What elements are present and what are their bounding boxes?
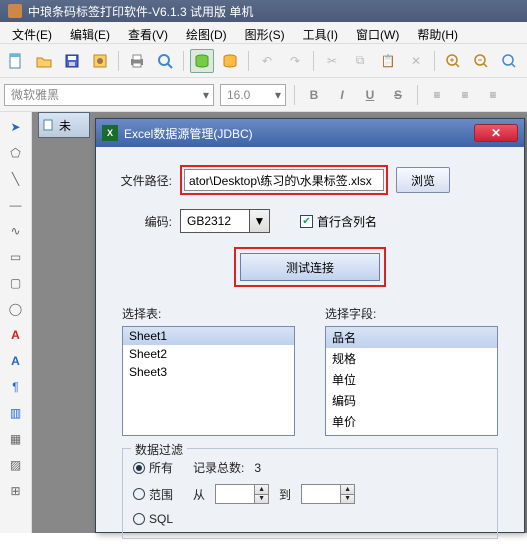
curve-tool-icon[interactable]: ∿ xyxy=(5,220,27,242)
table-listbox[interactable]: Sheet1 Sheet2 Sheet3 xyxy=(122,326,295,436)
font-toolbar: 微软雅黑 16.0 B I U S ≡ ≡ ≡ xyxy=(0,78,527,112)
excel-icon: X xyxy=(102,125,118,141)
select-field-label: 选择字段: xyxy=(325,305,498,322)
path-highlight xyxy=(180,165,388,195)
strike-button[interactable]: S xyxy=(387,84,409,106)
richtext-tool-icon[interactable]: ¶ xyxy=(5,376,27,398)
path-label: 文件路径: xyxy=(112,172,172,189)
qr-tool-icon[interactable]: ▦ xyxy=(5,428,27,450)
shape-tool-icon[interactable]: ⬠ xyxy=(5,142,27,164)
encoding-combo[interactable]: GB2312▼ xyxy=(180,209,270,233)
list-item[interactable]: Sheet1 xyxy=(123,327,294,345)
browse-button[interactable]: 浏览 xyxy=(396,167,450,193)
document-tab[interactable]: 未 xyxy=(38,112,90,138)
paste-icon[interactable]: 📋 xyxy=(376,49,400,73)
text2-tool-icon[interactable]: A xyxy=(5,350,27,372)
text-tool-icon[interactable]: A xyxy=(5,324,27,346)
pointer-tool-icon[interactable]: ➤ xyxy=(5,116,27,138)
menu-draw[interactable]: 绘图(D) xyxy=(178,24,235,41)
preview-icon[interactable] xyxy=(153,49,177,73)
menu-edit[interactable]: 编辑(E) xyxy=(62,24,118,41)
radio-range[interactable]: 范围 xyxy=(133,486,173,503)
list-item[interactable]: Sheet2 xyxy=(123,345,294,363)
count-label: 记录总数: xyxy=(193,459,244,476)
radio-sql[interactable]: SQL xyxy=(133,512,173,526)
app-titlebar: 中琅条码标签打印软件-V6.1.3 试用版 单机 xyxy=(0,0,527,22)
align-right-icon[interactable]: ≡ xyxy=(482,84,504,106)
roundrect-tool-icon[interactable]: ▢ xyxy=(5,272,27,294)
dialog-title: Excel数据源管理(JDBC) xyxy=(124,125,253,142)
settings-icon[interactable] xyxy=(88,49,112,73)
copy-icon[interactable]: ⧉ xyxy=(348,49,372,73)
menu-shape[interactable]: 图形(S) xyxy=(237,24,293,41)
save-icon[interactable] xyxy=(60,49,84,73)
line-tool-icon[interactable]: ╲ xyxy=(5,168,27,190)
hline-tool-icon[interactable]: — xyxy=(5,194,27,216)
count-value: 3 xyxy=(254,461,261,475)
app-icon xyxy=(8,4,22,18)
cut-icon[interactable]: ✂ xyxy=(320,49,344,73)
menu-help[interactable]: 帮助(H) xyxy=(409,24,466,41)
menubar: 文件(E) 编辑(E) 查看(V) 绘图(D) 图形(S) 工具(I) 窗口(W… xyxy=(0,22,527,44)
to-spinner[interactable]: ▲▼ xyxy=(301,484,355,504)
from-spinner[interactable]: ▲▼ xyxy=(215,484,269,504)
encoding-label: 编码: xyxy=(112,213,172,230)
ellipse-tool-icon[interactable]: ◯ xyxy=(5,298,27,320)
list-item[interactable]: 规格 xyxy=(326,348,497,369)
zoom-fit-icon[interactable] xyxy=(497,49,521,73)
list-item[interactable]: 单价 xyxy=(326,411,497,432)
chevron-down-icon: ▼ xyxy=(249,210,269,232)
database2-icon[interactable] xyxy=(218,49,242,73)
open-file-icon[interactable] xyxy=(32,49,56,73)
list-item[interactable]: 编码 xyxy=(326,390,497,411)
new-file-icon[interactable] xyxy=(4,49,28,73)
menu-view[interactable]: 查看(V) xyxy=(120,24,176,41)
barcode-tool-icon[interactable]: ▥ xyxy=(5,402,27,424)
doc-icon xyxy=(43,119,55,131)
bold-button[interactable]: B xyxy=(303,84,325,106)
zoom-in-icon[interactable] xyxy=(441,49,465,73)
test-highlight: 测试连接 xyxy=(234,247,386,287)
font-combo[interactable]: 微软雅黑 xyxy=(4,84,214,106)
test-connection-button[interactable]: 测试连接 xyxy=(240,253,380,281)
radio-all[interactable]: 所有 xyxy=(133,459,173,476)
align-center-icon[interactable]: ≡ xyxy=(454,84,476,106)
to-label: 到 xyxy=(279,486,291,503)
database-icon[interactable] xyxy=(190,49,214,73)
select-table-label: 选择表: xyxy=(122,305,295,322)
align-left-icon[interactable]: ≡ xyxy=(426,84,448,106)
print-icon[interactable] xyxy=(125,49,149,73)
close-button[interactable]: ✕ xyxy=(474,124,518,142)
grid-tool-icon[interactable]: ⊞ xyxy=(5,480,27,502)
list-item[interactable]: 单位 xyxy=(326,369,497,390)
list-item[interactable]: 品名 xyxy=(326,327,497,348)
dialog-titlebar[interactable]: X Excel数据源管理(JDBC) ✕ xyxy=(96,119,524,147)
undo-icon[interactable]: ↶ xyxy=(255,49,279,73)
list-item[interactable]: Sheet3 xyxy=(123,363,294,381)
filter-label: 数据过滤 xyxy=(131,441,187,458)
field-listbox[interactable]: 品名 规格 单位 编码 单价 xyxy=(325,326,498,436)
menu-window[interactable]: 窗口(W) xyxy=(348,24,407,41)
rect-tool-icon[interactable]: ▭ xyxy=(5,246,27,268)
datasource-dialog: X Excel数据源管理(JDBC) ✕ 文件路径: 浏览 编码: GB2312… xyxy=(95,118,525,533)
delete-icon[interactable]: ✕ xyxy=(404,49,428,73)
from-label: 从 xyxy=(193,486,205,503)
italic-button[interactable]: I xyxy=(331,84,353,106)
path-input[interactable] xyxy=(184,169,384,191)
side-toolbar: ➤ ⬠ ╲ — ∿ ▭ ▢ ◯ A A ¶ ▥ ▦ ▨ ⊞ xyxy=(0,112,32,533)
image-tool-icon[interactable]: ▨ xyxy=(5,454,27,476)
size-combo[interactable]: 16.0 xyxy=(220,84,286,106)
underline-button[interactable]: U xyxy=(359,84,381,106)
app-title: 中琅条码标签打印软件-V6.1.3 试用版 单机 xyxy=(28,3,253,20)
zoom-out-icon[interactable] xyxy=(469,49,493,73)
filter-group: 数据过滤 所有 记录总数: 3 范围 从 ▲▼ 到 ▲▼ SQL xyxy=(122,448,498,539)
main-toolbar: ↶ ↷ ✂ ⧉ 📋 ✕ xyxy=(0,44,527,78)
checkmark-icon: ✔ xyxy=(300,215,313,228)
firstrow-checkbox[interactable]: ✔ 首行含列名 xyxy=(300,213,377,230)
redo-icon[interactable]: ↷ xyxy=(283,49,307,73)
menu-file[interactable]: 文件(E) xyxy=(4,24,60,41)
menu-tool[interactable]: 工具(I) xyxy=(295,24,346,41)
